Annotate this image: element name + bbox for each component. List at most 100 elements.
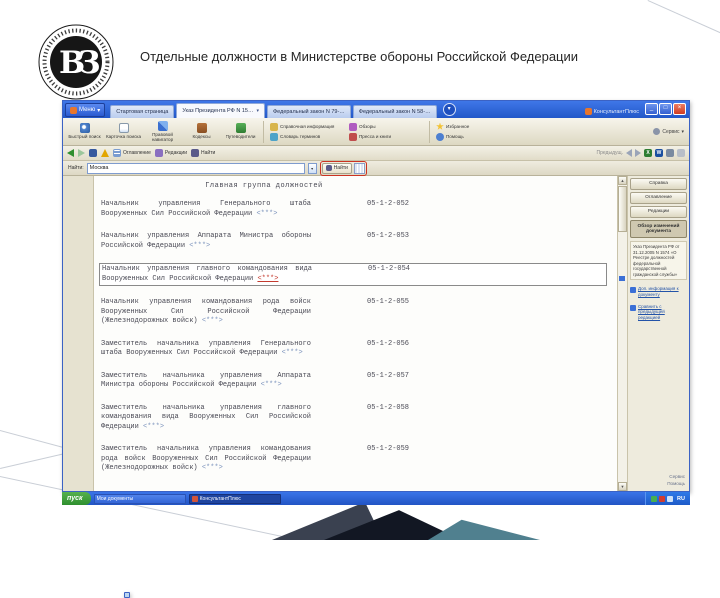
prev-button[interactable] — [626, 149, 632, 157]
tab-2[interactable]: Указ Президента РФ N 15… ▾ — [176, 103, 265, 118]
doc-toolbar: Оглавление Редакции Найти Предыдущ. XW — [63, 146, 689, 161]
word-button[interactable]: W — [655, 149, 663, 157]
toc-button[interactable]: Оглавление — [113, 149, 151, 157]
card-search-button[interactable]: Карточка поиска — [105, 121, 142, 142]
scroll-up-arrow-icon[interactable]: ▲ — [618, 176, 627, 185]
find-history-dropdown[interactable]: ▾ — [307, 162, 317, 174]
entry-code: 05-1-2-055 — [367, 298, 410, 306]
editions-button[interactable]: Редакции — [154, 149, 188, 157]
navigator-icon — [157, 120, 168, 131]
find-options-button[interactable] — [353, 162, 365, 174]
sidebar-footer-link[interactable]: Сервис — [667, 474, 685, 481]
tab-scroll-button[interactable]: ▾ — [442, 103, 456, 116]
doc-toolbar-right: Предыдущ. XW — [597, 149, 685, 157]
scroll-down-arrow-icon[interactable]: ▼ — [618, 482, 627, 491]
language-indicator[interactable]: RU — [677, 496, 685, 502]
toolbar-button-label: Пресса и книги — [359, 134, 392, 139]
sidebar-button-active[interactable]: Обзор изменений документа — [630, 220, 687, 238]
codes-button[interactable]: Кодексы — [183, 121, 220, 142]
toolbar-button-label: Найти — [201, 150, 216, 156]
toolbar-right: Избранное Помощь — [436, 122, 482, 141]
toolbar-button-label: Редакции — [164, 150, 188, 156]
info-button[interactable]: Справочная информация — [270, 122, 344, 131]
save-button[interactable] — [89, 149, 97, 157]
sidebar-link-label: Доп. информация к документу — [638, 286, 679, 298]
tray-status-icon[interactable] — [659, 495, 666, 502]
dictionary-button[interactable]: Словарь терминов — [270, 132, 344, 141]
decor-line — [647, 0, 720, 42]
minimize-button[interactable]: _ — [645, 103, 658, 115]
sidebar-button-2[interactable]: Оглавление — [630, 192, 687, 204]
footnote-mark[interactable]: <***> — [189, 242, 210, 250]
sidebar-link[interactable]: Сравнить с предыдущей редакцией — [630, 304, 687, 321]
tab-3[interactable]: Федеральный закон N 79-… — [266, 105, 351, 118]
back-button[interactable] — [67, 149, 74, 157]
hse-monogram: ВЗ — [59, 45, 99, 81]
tab-label: Федеральный закон N 58-… — [358, 109, 431, 115]
next-button[interactable] — [635, 149, 641, 157]
sidebar-footer-link[interactable]: Помощь — [667, 481, 685, 488]
registry-entry[interactable]: Начальник управления Аппарата Министра о… — [99, 231, 607, 252]
sidebar-link[interactable]: Доп. информация к документу — [630, 286, 687, 297]
card-search-icon — [118, 123, 129, 134]
tab-1[interactable]: Стартовая страница — [110, 105, 175, 118]
reviews-button[interactable]: Обзоры — [349, 122, 423, 131]
guides-button[interactable]: Путеводители — [222, 121, 259, 142]
print-icon — [677, 149, 685, 157]
search-button[interactable]: Быстрый поиск — [66, 121, 103, 142]
registry-entry[interactable]: Начальник управления командования рода в… — [99, 297, 607, 328]
forward-button[interactable] — [78, 149, 85, 157]
footnote-mark[interactable]: <***> — [257, 275, 278, 283]
toolbar-button-label: Словарь терминов — [280, 134, 321, 139]
registry-entry[interactable]: Заместитель начальника управления Аппара… — [99, 371, 607, 392]
find-button[interactable]: Найти — [191, 149, 215, 157]
navigator-button[interactable]: Правовой навигатор — [144, 120, 181, 142]
service-button[interactable]: Сервис ▾ — [653, 128, 686, 135]
menu-button[interactable]: Меню ▾ — [65, 103, 106, 117]
tray-antivirus-icon[interactable] — [651, 495, 658, 502]
binoculars-icon — [325, 165, 332, 171]
entry-code: 05-1-2-052 — [367, 200, 410, 208]
registry-entry[interactable]: Заместитель начальника управления команд… — [99, 444, 607, 475]
start-button[interactable]: пуск — [62, 492, 91, 505]
sidebar-button-1[interactable]: Справка — [630, 178, 687, 190]
tab-label: Стартовая страница — [116, 109, 169, 115]
tray-app-icon[interactable] — [667, 495, 674, 502]
maximize-button[interactable]: □ — [659, 103, 672, 115]
press-button[interactable]: Пресса и книги — [349, 132, 423, 141]
find-in-text-input[interactable] — [86, 162, 305, 174]
scrollbar-thumb[interactable] — [618, 186, 627, 232]
taskbar-item[interactable]: Мои документы — [93, 493, 186, 598]
taskbar-item[interactable]: КонсультантПлюс — [188, 493, 281, 504]
registry-entry[interactable]: Начальник управления главного командован… — [99, 263, 607, 286]
footnote-mark[interactable]: <***> — [202, 464, 223, 472]
prev-icon — [626, 149, 632, 157]
footnote-mark[interactable]: <***> — [256, 210, 277, 218]
footnote-mark[interactable]: <***> — [202, 317, 223, 325]
help-button[interactable]: Помощь — [436, 132, 482, 141]
entry-text: Заместитель начальника управления Аппара… — [101, 371, 311, 390]
find-label: Найти: — [68, 165, 84, 171]
toolbar-secondary: Справочная информация Обзоры Словарь терми… — [270, 122, 423, 141]
find-button[interactable]: Найти — [321, 162, 352, 174]
footnote-mark[interactable]: <***> — [282, 349, 303, 357]
tab-strip: Меню ▾ Стартовая страница Указ Президента… — [63, 101, 689, 118]
sidebar-button-3[interactable]: Редакции — [630, 206, 687, 218]
excel-button[interactable]: X — [644, 149, 652, 157]
footnote-mark[interactable]: <***> — [143, 423, 164, 431]
entry-code: 05-1-2-059 — [367, 445, 410, 453]
slide-title: Отдельные должности в Министерстве оборо… — [140, 49, 579, 64]
registry-entry[interactable]: Заместитель начальника управления главно… — [99, 403, 607, 434]
star-button[interactable]: Избранное — [436, 122, 482, 131]
footnote-mark[interactable]: <***> — [261, 381, 282, 389]
registry-entry[interactable]: Начальник управления Генерального штаба … — [99, 199, 607, 220]
entry-code: 05-1-2-054 — [368, 265, 411, 273]
export-button[interactable] — [666, 149, 674, 157]
taskbar-item-label: КонсультантПлюс — [199, 495, 241, 502]
tab-4[interactable]: Федеральный закон N 58-… — [352, 105, 437, 118]
close-button[interactable]: × — [673, 103, 686, 115]
doc-scrollbar[interactable]: ▲ ▼ — [617, 176, 627, 491]
registry-entry[interactable]: Заместитель начальника управления Генера… — [99, 339, 607, 360]
print-button[interactable] — [677, 149, 685, 157]
alert-button[interactable] — [101, 149, 109, 157]
